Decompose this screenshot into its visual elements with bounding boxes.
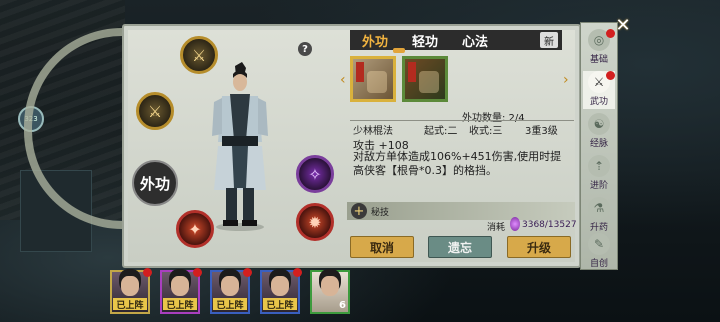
skill-card-shaolin-staff[interactable] (350, 56, 396, 102)
divider (350, 120, 574, 121)
nav-item-meridian[interactable]: ☯ 经脉 (583, 113, 615, 151)
staff-art-icon (367, 71, 387, 93)
plus-icon[interactable]: + (351, 203, 367, 219)
nav-item-martial[interactable]: ⚔ 武功 (583, 71, 615, 109)
party-bar: 已上阵 已上阵 已上阵 已上阵 6 (110, 268, 360, 314)
member-count: 6 (339, 300, 346, 311)
nav-label: 自创 (589, 259, 608, 269)
meridian-icon: ☯ (588, 113, 610, 135)
nav-label: 升药 (589, 223, 608, 233)
party-member-1[interactable]: 已上阵 (110, 268, 152, 314)
tab-xinfa[interactable]: 心法 (450, 31, 500, 50)
alert-dot (243, 268, 252, 277)
skill-slot-claw-icon[interactable]: ✧ (296, 155, 334, 193)
party-member-2[interactable]: 已上阵 (160, 268, 202, 314)
deployed-tag: 已上阵 (163, 298, 197, 311)
nav-label: 武功 (589, 97, 608, 107)
blade-art-icon (419, 71, 439, 93)
waigong-category-button[interactable]: 外功 (132, 160, 178, 206)
nav-label: 基础 (589, 55, 608, 65)
skill-shoushi: 收式:三 (469, 126, 503, 137)
tab-qinggong[interactable]: 轻功 (400, 31, 450, 50)
nav-label: 经脉 (589, 139, 608, 149)
potion-icon: ⚗ (588, 197, 610, 219)
cost-label: 消耗 (487, 223, 506, 233)
new-badge: 新 (540, 32, 558, 48)
nav-item-potion[interactable]: ⚗ 升药 (583, 197, 615, 235)
cost-value: 3368/13527 (522, 220, 577, 230)
alert-dot (293, 268, 302, 277)
skill-level: 3重3级 (525, 126, 558, 137)
skill-card-blade[interactable] (402, 56, 448, 102)
skill-description: 对敌方单体造成106%+451伤害,使用时提高侠客【根骨*0.3】的格挡。 (353, 150, 562, 177)
alert-dot (143, 268, 152, 277)
help-icon[interactable]: ? (298, 42, 312, 56)
close-icon[interactable]: ✕ (613, 15, 633, 36)
skill-slot-blade-icon[interactable]: ⚔ (136, 92, 174, 130)
avatar (321, 276, 339, 296)
right-nav: ◎ 基础 ⚔ 武功 ☯ 经脉 ⇡ 进阶 ⚗ 升药 ✎ 自创 (580, 22, 618, 270)
deployed-tag: 已上阵 (263, 298, 297, 311)
secret-skill-row[interactable]: + 秘技 (347, 202, 575, 220)
active-tab-indicator (393, 48, 405, 53)
nav-item-create[interactable]: ✎ 自创 (583, 233, 615, 271)
cancel-button[interactable]: 取消 (350, 236, 414, 258)
forget-button[interactable]: 遗忘 (428, 236, 492, 258)
alert-dot (193, 268, 202, 277)
tab-waigong[interactable]: 外功 (350, 31, 400, 50)
upgrade-button[interactable]: 升级 (507, 236, 571, 258)
party-member-3[interactable]: 已上阵 (210, 268, 252, 314)
nav-item-advance[interactable]: ⇡ 进阶 (583, 155, 615, 193)
card-tag-icon (408, 62, 416, 82)
party-member-5[interactable]: 6 (310, 270, 350, 314)
party-member-4[interactable]: 已上阵 (260, 268, 302, 314)
alert-dot (606, 71, 615, 80)
skill-qishi: 起式:二 (424, 126, 458, 137)
skill-slot-burst-icon[interactable]: ✹ (296, 203, 334, 241)
avatar (221, 276, 239, 296)
nav-label: 进阶 (589, 181, 608, 191)
deployed-tag: 已上阵 (113, 298, 147, 311)
scroll-right-icon[interactable]: › (563, 72, 569, 88)
avatar (271, 276, 289, 296)
secret-skill-label: 秘技 (371, 208, 390, 218)
scroll-left-icon[interactable]: ‹ (340, 72, 346, 88)
nav-item-basic[interactable]: ◎ 基础 (583, 29, 615, 67)
card-tag-icon (356, 62, 364, 82)
hero-figure (212, 62, 268, 231)
advance-icon: ⇡ (588, 155, 610, 177)
skill-name: 少林棍法 (353, 126, 393, 137)
create-icon: ✎ (588, 233, 610, 255)
deployed-tag: 已上阵 (213, 298, 247, 311)
skill-type-tabs: 外功 轻功 心法 新 (350, 30, 562, 50)
avatar (171, 276, 189, 296)
essence-icon (510, 217, 520, 231)
avatar (121, 276, 139, 296)
